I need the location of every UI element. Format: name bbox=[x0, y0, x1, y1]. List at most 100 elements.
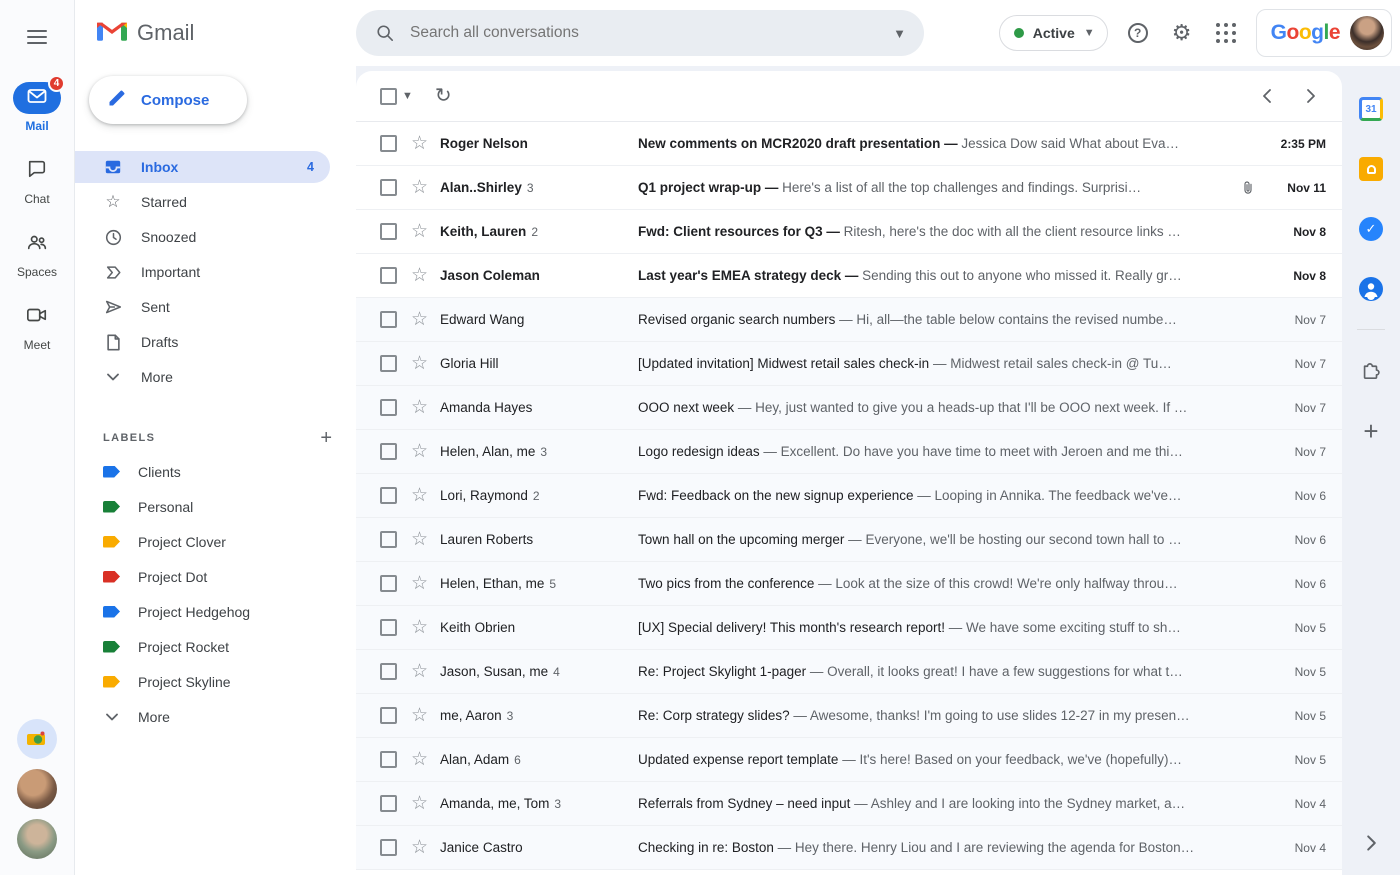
email-row[interactable]: ☆ Amanda Hayes OOO next week — Hey, just… bbox=[356, 386, 1342, 430]
email-checkbox[interactable] bbox=[380, 399, 397, 416]
settings-button[interactable]: ⚙ bbox=[1168, 19, 1196, 47]
email-row[interactable]: ☆ Lauren Roberts Town hall on the upcomi… bbox=[356, 518, 1342, 562]
labels-header: LABELS + bbox=[75, 422, 356, 454]
email-row[interactable]: ☆ Keith, Lauren 2 Fwd: Client resources f… bbox=[356, 210, 1342, 254]
star-icon[interactable]: ☆ bbox=[411, 442, 428, 461]
rail-item-chat[interactable]: Chat bbox=[13, 155, 61, 206]
star-icon[interactable]: ☆ bbox=[411, 266, 428, 285]
search-input[interactable] bbox=[410, 24, 878, 42]
rail-item-spaces[interactable]: Spaces bbox=[13, 228, 61, 279]
sidebar-item-drafts[interactable]: Drafts bbox=[75, 326, 330, 358]
help-button[interactable]: ? bbox=[1124, 19, 1152, 47]
email-row[interactable]: ☆ Amanda, me, Tom 3 Referrals from Sydney… bbox=[356, 782, 1342, 826]
sidebar-item-inbox[interactable]: Inbox 4 bbox=[75, 151, 330, 183]
calendar-icon[interactable]: 31 bbox=[1359, 97, 1383, 121]
folder-label: Starred bbox=[141, 194, 187, 210]
sidebar-label-item[interactable]: Project Hedgehog bbox=[75, 594, 356, 629]
star-icon[interactable]: ☆ bbox=[411, 750, 428, 769]
email-checkbox[interactable] bbox=[380, 751, 397, 768]
star-icon[interactable]: ☆ bbox=[411, 486, 428, 505]
email-checkbox[interactable] bbox=[380, 619, 397, 636]
search-bar[interactable]: ▼ bbox=[356, 10, 924, 56]
email-row[interactable]: ☆ me, Aaron 3 Re: Corp strategy slides? —… bbox=[356, 694, 1342, 738]
newer-page-chevron-icon[interactable] bbox=[1262, 88, 1272, 104]
email-checkbox[interactable] bbox=[380, 795, 397, 812]
email-row[interactable]: ☆ Jason, Susan, me 4 Re: Project Skylight… bbox=[356, 650, 1342, 694]
sidebar-label-item[interactable]: Project Skyline bbox=[75, 664, 356, 699]
star-icon[interactable]: ☆ bbox=[411, 794, 428, 813]
sidebar-label-item[interactable]: Project Dot bbox=[75, 559, 356, 594]
email-row[interactable]: ☆ Gloria Hill [Updated invitation] Midwe… bbox=[356, 342, 1342, 386]
add-panel-icon[interactable]: + bbox=[1363, 416, 1378, 447]
star-icon[interactable]: ☆ bbox=[411, 178, 428, 197]
labels-header-text: LABELS bbox=[103, 432, 156, 444]
contacts-icon[interactable] bbox=[1359, 277, 1383, 301]
apps-button[interactable] bbox=[1212, 19, 1240, 47]
sidebar-item-snoozed[interactable]: Snoozed bbox=[75, 221, 330, 253]
create-label-icon[interactable]: + bbox=[320, 428, 332, 448]
older-page-chevron-icon[interactable] bbox=[1306, 88, 1316, 104]
sidebar-item-sent[interactable]: Sent bbox=[75, 291, 330, 323]
email-checkbox[interactable] bbox=[380, 311, 397, 328]
star-icon[interactable]: ☆ bbox=[411, 222, 428, 241]
google-account-area[interactable]: Google bbox=[1255, 9, 1392, 57]
star-icon[interactable]: ☆ bbox=[411, 134, 428, 153]
star-icon[interactable]: ☆ bbox=[411, 574, 428, 593]
refresh-icon[interactable]: ↻ bbox=[435, 86, 452, 106]
select-all-checkbox[interactable] bbox=[380, 87, 397, 105]
sidebar-item-important[interactable]: Important bbox=[75, 256, 330, 288]
chat-conversation-avatar-1[interactable] bbox=[17, 769, 57, 809]
email-checkbox[interactable] bbox=[380, 223, 397, 240]
email-row[interactable]: ☆ Jason Coleman Last year's EMEA strateg… bbox=[356, 254, 1342, 298]
email-checkbox[interactable] bbox=[380, 179, 397, 196]
email-row[interactable]: ☆ Alan, Adam 6 Updated expense report tem… bbox=[356, 738, 1342, 782]
email-row[interactable]: ☆ Roger Nelson New comments on MCR2020 d… bbox=[356, 122, 1342, 166]
chat-conversation-avatar-camera[interactable] bbox=[17, 719, 57, 759]
email-row[interactable]: ☆ Keith Obrien [UX] Special delivery! Th… bbox=[356, 606, 1342, 650]
email-checkbox[interactable] bbox=[380, 443, 397, 460]
addons-puzzle-icon[interactable] bbox=[1360, 358, 1382, 380]
email-row[interactable]: ☆ Helen, Alan, me 3 Logo redesign ideas —… bbox=[356, 430, 1342, 474]
expand-panel-chevron-icon[interactable] bbox=[1366, 834, 1377, 857]
rail-item-meet[interactable]: Meet bbox=[13, 301, 61, 352]
chat-conversation-avatar-2[interactable] bbox=[17, 819, 57, 859]
email-row[interactable]: ☆ Edward Wang Revised organic search num… bbox=[356, 298, 1342, 342]
email-checkbox[interactable] bbox=[380, 839, 397, 856]
star-icon[interactable]: ☆ bbox=[411, 530, 428, 549]
keep-icon[interactable] bbox=[1359, 157, 1383, 181]
sidebar-item-starred[interactable]: ☆ Starred bbox=[75, 186, 330, 218]
star-icon[interactable]: ☆ bbox=[411, 662, 428, 681]
search-options-chevron-icon[interactable]: ▼ bbox=[893, 26, 906, 41]
email-checkbox[interactable] bbox=[380, 531, 397, 548]
labels-more[interactable]: More bbox=[75, 699, 356, 734]
star-icon[interactable]: ☆ bbox=[411, 618, 428, 637]
compose-button[interactable]: Compose bbox=[89, 76, 247, 124]
star-icon[interactable]: ☆ bbox=[411, 706, 428, 725]
email-checkbox[interactable] bbox=[380, 707, 397, 724]
email-row[interactable]: ☆ Alan..Shirley 3 Q1 project wrap-up — He… bbox=[356, 166, 1342, 210]
email-checkbox[interactable] bbox=[380, 355, 397, 372]
star-icon[interactable]: ☆ bbox=[411, 838, 428, 857]
user-avatar[interactable] bbox=[1350, 16, 1384, 50]
sidebar-label-item[interactable]: Project Rocket bbox=[75, 629, 356, 664]
main-menu-icon[interactable] bbox=[27, 26, 47, 48]
tasks-icon[interactable]: ✓ bbox=[1359, 217, 1383, 241]
rail-item-mail[interactable]: 4 Mail bbox=[13, 75, 65, 133]
star-icon[interactable]: ☆ bbox=[411, 398, 428, 417]
email-row[interactable]: ☆ Janice Castro Checking in re: Boston —… bbox=[356, 826, 1342, 870]
sidebar-label-item[interactable]: Project Clover bbox=[75, 524, 356, 559]
sidebar-label-item[interactable]: Clients bbox=[75, 454, 356, 489]
star-icon[interactable]: ☆ bbox=[411, 310, 428, 329]
sidebar-label-item[interactable]: Personal bbox=[75, 489, 356, 524]
select-options-chevron-icon[interactable]: ▼ bbox=[402, 90, 413, 102]
email-checkbox[interactable] bbox=[380, 487, 397, 504]
email-checkbox[interactable] bbox=[380, 267, 397, 284]
email-checkbox[interactable] bbox=[380, 663, 397, 680]
email-row[interactable]: ☆ Helen, Ethan, me 5 Two pics from the co… bbox=[356, 562, 1342, 606]
email-checkbox[interactable] bbox=[380, 135, 397, 152]
status-selector[interactable]: Active ▼ bbox=[998, 15, 1108, 51]
email-row[interactable]: ☆ Lori, Raymond 2 Fwd: Feedback on the ne… bbox=[356, 474, 1342, 518]
sidebar-item-more[interactable]: More bbox=[75, 361, 330, 393]
star-icon[interactable]: ☆ bbox=[411, 354, 428, 373]
email-checkbox[interactable] bbox=[380, 575, 397, 592]
